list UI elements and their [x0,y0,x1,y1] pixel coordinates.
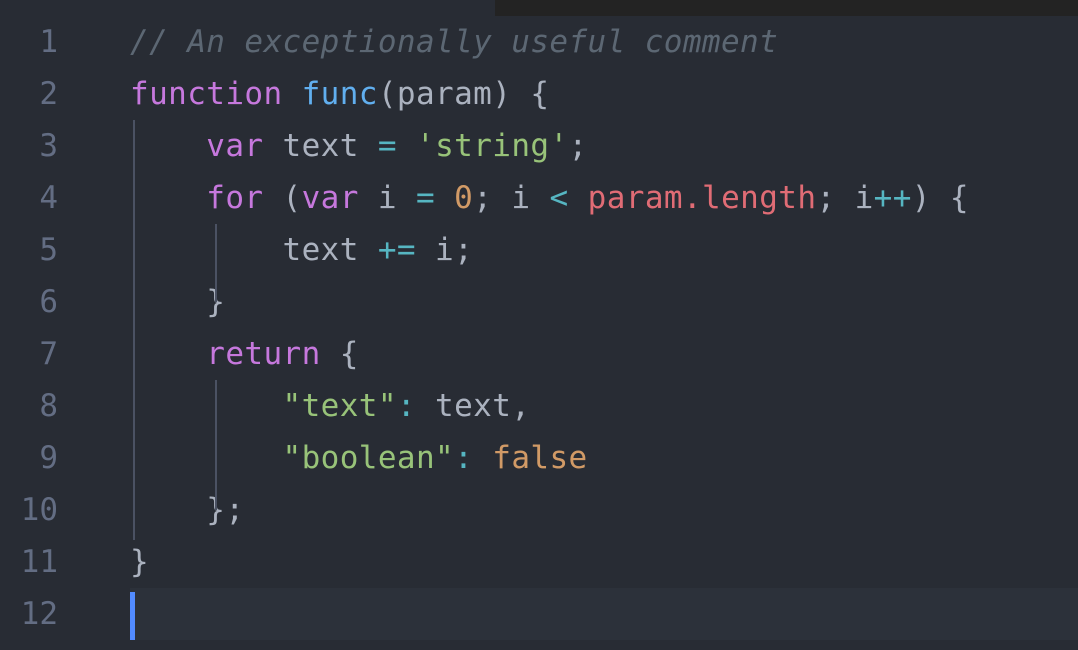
code-text[interactable]: "text": text, [130,380,530,432]
code-content-area[interactable]: 1 // An exceptionally useful comment 2 func… [0,16,1078,640]
indent-guide-level-2-return [215,380,217,510]
token-punct [130,440,283,476]
token-punct [130,388,283,424]
token-punct [569,180,588,216]
token-punct: } [130,544,150,580]
code-line[interactable]: 10 }; [0,484,1078,536]
token-punct: ) { [911,180,969,216]
token-property: param.length [587,180,817,216]
line-number[interactable]: 4 [0,172,58,224]
code-text[interactable]: var text = 'string'; [130,120,588,172]
token-punct: ; i [473,180,550,216]
code-line[interactable]: 1 // An exceptionally useful comment [0,16,1078,68]
line-number[interactable]: 8 [0,380,58,432]
token-variable: text [263,128,378,164]
token-punct: { [320,336,359,372]
token-number: 0 [454,180,474,216]
code-line[interactable]: 5 text += i; [0,224,1078,276]
code-text[interactable]: // An exceptionally useful comment [130,16,778,68]
token-keyword: var [206,128,264,164]
line-number[interactable]: 1 [0,16,58,68]
token-punct [397,128,416,164]
token-variable: i [358,180,417,216]
line-number[interactable]: 9 [0,432,58,484]
token-punct: (param) { [377,76,550,112]
token-punct: ; i [816,180,874,216]
code-text[interactable]: } [130,536,149,588]
code-text[interactable]: text += i; [130,224,473,276]
token-punct [130,128,206,164]
indent-guide-level-2-loop [215,224,217,302]
line-number[interactable]: 3 [0,120,58,172]
token-punct: i; [415,232,474,268]
code-line[interactable]: 12 [0,588,1078,640]
token-operator: : [396,388,416,424]
token-operator: = [416,180,436,216]
token-punct: ; [568,128,588,164]
line-number[interactable]: 7 [0,328,58,380]
code-text[interactable]: }; [130,484,244,536]
code-text[interactable]: "boolean": false [130,432,588,484]
line-number[interactable]: 10 [0,484,58,536]
code-line[interactable]: 11} [0,536,1078,588]
editor-void-area [495,0,1078,16]
line-number[interactable]: 12 [0,588,58,640]
token-keyword: return [206,336,321,372]
token-variable: text, [415,388,531,424]
token-key: "text" [282,388,397,424]
token-string: 'string' [416,128,569,164]
token-keyword: var [301,180,359,216]
token-operator: = [377,128,397,164]
token-punct [473,440,492,476]
active-line-highlight [130,588,1078,640]
code-line[interactable]: 4 for (var i = 0; i < param.length; i++)… [0,172,1078,224]
code-line[interactable]: 2 function func(param) { [0,68,1078,120]
code-editor[interactable]: 1 // An exceptionally useful comment 2 func… [0,0,1078,650]
token-operator: < [549,180,569,216]
token-key: "boolean" [282,440,455,476]
line-number[interactable]: 11 [0,536,58,588]
token-operator: ++ [873,180,912,216]
code-text[interactable]: function func(param) { [130,68,549,120]
token-punct [130,180,206,216]
token-operator: += [377,232,416,268]
token-punct: }; [130,492,245,528]
token-punct: ( [263,180,302,216]
code-text[interactable]: for (var i = 0; i < param.length; i++) { [130,172,969,224]
line-number[interactable]: 5 [0,224,58,276]
token-punct [283,76,302,112]
token-punct: } [130,284,226,320]
code-line[interactable]: 9 "boolean": false [0,432,1078,484]
code-line[interactable]: 8 "text": text, [0,380,1078,432]
token-comment: // An exceptionally useful comment [130,24,779,60]
line-number[interactable]: 6 [0,276,58,328]
code-line[interactable]: 6 } [0,276,1078,328]
token-operator: : [454,440,474,476]
indent-guide-level-1 [133,120,135,540]
token-punct [130,336,206,372]
code-line[interactable]: 7 return { [0,328,1078,380]
token-keyword: function [130,76,283,112]
token-punct [435,180,454,216]
token-variable: text [130,232,378,268]
code-text[interactable]: return { [130,328,359,380]
token-constant: false [492,440,588,476]
text-caret [130,592,135,640]
token-keyword: for [206,180,264,216]
token-function: func [301,76,378,112]
code-line[interactable]: 3 var text = 'string'; [0,120,1078,172]
code-text[interactable]: } [130,276,225,328]
line-number[interactable]: 2 [0,68,58,120]
